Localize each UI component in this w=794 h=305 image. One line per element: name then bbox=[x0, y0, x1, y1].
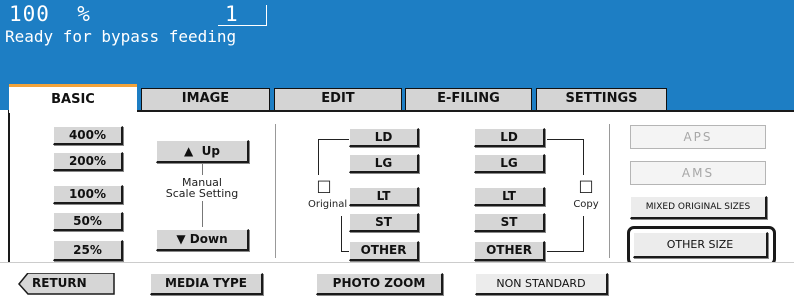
manual-connector-bottom bbox=[202, 201, 203, 227]
original-label: Original bbox=[308, 199, 348, 210]
zoom-up-button[interactable]: ▲ Up bbox=[156, 140, 249, 163]
copy-size-lt-button[interactable]: LT bbox=[474, 187, 545, 206]
original-bracket-left-upper bbox=[318, 139, 319, 175]
copy-bracket-right-lower bbox=[583, 216, 584, 251]
original-bracket-left-lower bbox=[341, 216, 342, 251]
copy-label: Copy bbox=[573, 199, 599, 210]
original-icon: □ bbox=[316, 176, 332, 195]
photo-zoom-button[interactable]: PHOTO ZOOM bbox=[316, 273, 443, 295]
return-button[interactable]: RETURN bbox=[18, 273, 115, 295]
aps-button[interactable]: APS bbox=[630, 125, 766, 149]
status-message: Ready for bypass feeding bbox=[5, 27, 237, 46]
zoom-down-label: Down bbox=[189, 232, 228, 246]
tab-image[interactable]: IMAGE bbox=[141, 88, 270, 110]
manual-connector-top bbox=[202, 164, 203, 175]
copy-bracket-top bbox=[547, 139, 583, 140]
mixed-original-sizes-button[interactable]: MIXED ORIGINAL SIZES bbox=[630, 196, 767, 219]
copy-icon: □ bbox=[578, 176, 594, 195]
tab-edit[interactable]: EDIT bbox=[274, 88, 402, 110]
tab-e-filing[interactable]: E-FILING bbox=[405, 88, 532, 110]
zoom-25-button[interactable]: 25% bbox=[53, 240, 123, 261]
non-standard-button[interactable]: NON STANDARD bbox=[475, 273, 608, 295]
zoom-down-button[interactable]: ▼ Down bbox=[156, 229, 249, 251]
copy-count-display: 1 bbox=[225, 2, 238, 26]
copier-touch-panel: 100 % 1 Ready for bypass feeding BASIC I… bbox=[0, 0, 794, 305]
up-arrow-icon: ▲ bbox=[184, 144, 194, 158]
original-size-lg-button[interactable]: LG bbox=[349, 154, 419, 173]
copy-size-other-button[interactable]: OTHER bbox=[474, 241, 545, 261]
copy-size-lg-button[interactable]: LG bbox=[474, 154, 545, 173]
copy-size-st-button[interactable]: ST bbox=[474, 213, 545, 232]
copy-bracket-right-upper bbox=[583, 139, 584, 175]
zoom-200-button[interactable]: 200% bbox=[53, 152, 123, 171]
original-bracket-top bbox=[318, 139, 351, 140]
media-type-button[interactable]: MEDIA TYPE bbox=[150, 273, 263, 295]
original-size-lt-button[interactable]: LT bbox=[349, 187, 419, 206]
tab-basic[interactable]: BASIC bbox=[9, 84, 137, 113]
original-size-ld-button[interactable]: LD bbox=[349, 128, 419, 147]
original-size-st-button[interactable]: ST bbox=[349, 213, 419, 232]
tab-settings[interactable]: SETTINGS bbox=[536, 88, 667, 110]
divider-left bbox=[275, 124, 276, 258]
copy-size-ld-button[interactable]: LD bbox=[474, 128, 545, 147]
zoom-ratio-display: 100 % bbox=[9, 2, 91, 26]
original-size-other-button[interactable]: OTHER bbox=[349, 241, 419, 261]
ams-button[interactable]: AMS bbox=[630, 161, 766, 185]
zoom-100-button[interactable]: 100% bbox=[53, 185, 123, 204]
return-label: RETURN bbox=[32, 276, 87, 290]
zoom-up-label: Up bbox=[201, 144, 220, 158]
divider-right bbox=[609, 124, 610, 258]
down-arrow-icon: ▼ bbox=[176, 232, 186, 246]
other-size-button[interactable]: OTHER SIZE bbox=[633, 232, 768, 258]
zoom-50-button[interactable]: 50% bbox=[53, 212, 123, 231]
zoom-400-button[interactable]: 400% bbox=[53, 126, 123, 145]
copy-bracket-bottom bbox=[547, 251, 584, 252]
manual-scale-label-line2: Scale Setting bbox=[165, 187, 239, 200]
